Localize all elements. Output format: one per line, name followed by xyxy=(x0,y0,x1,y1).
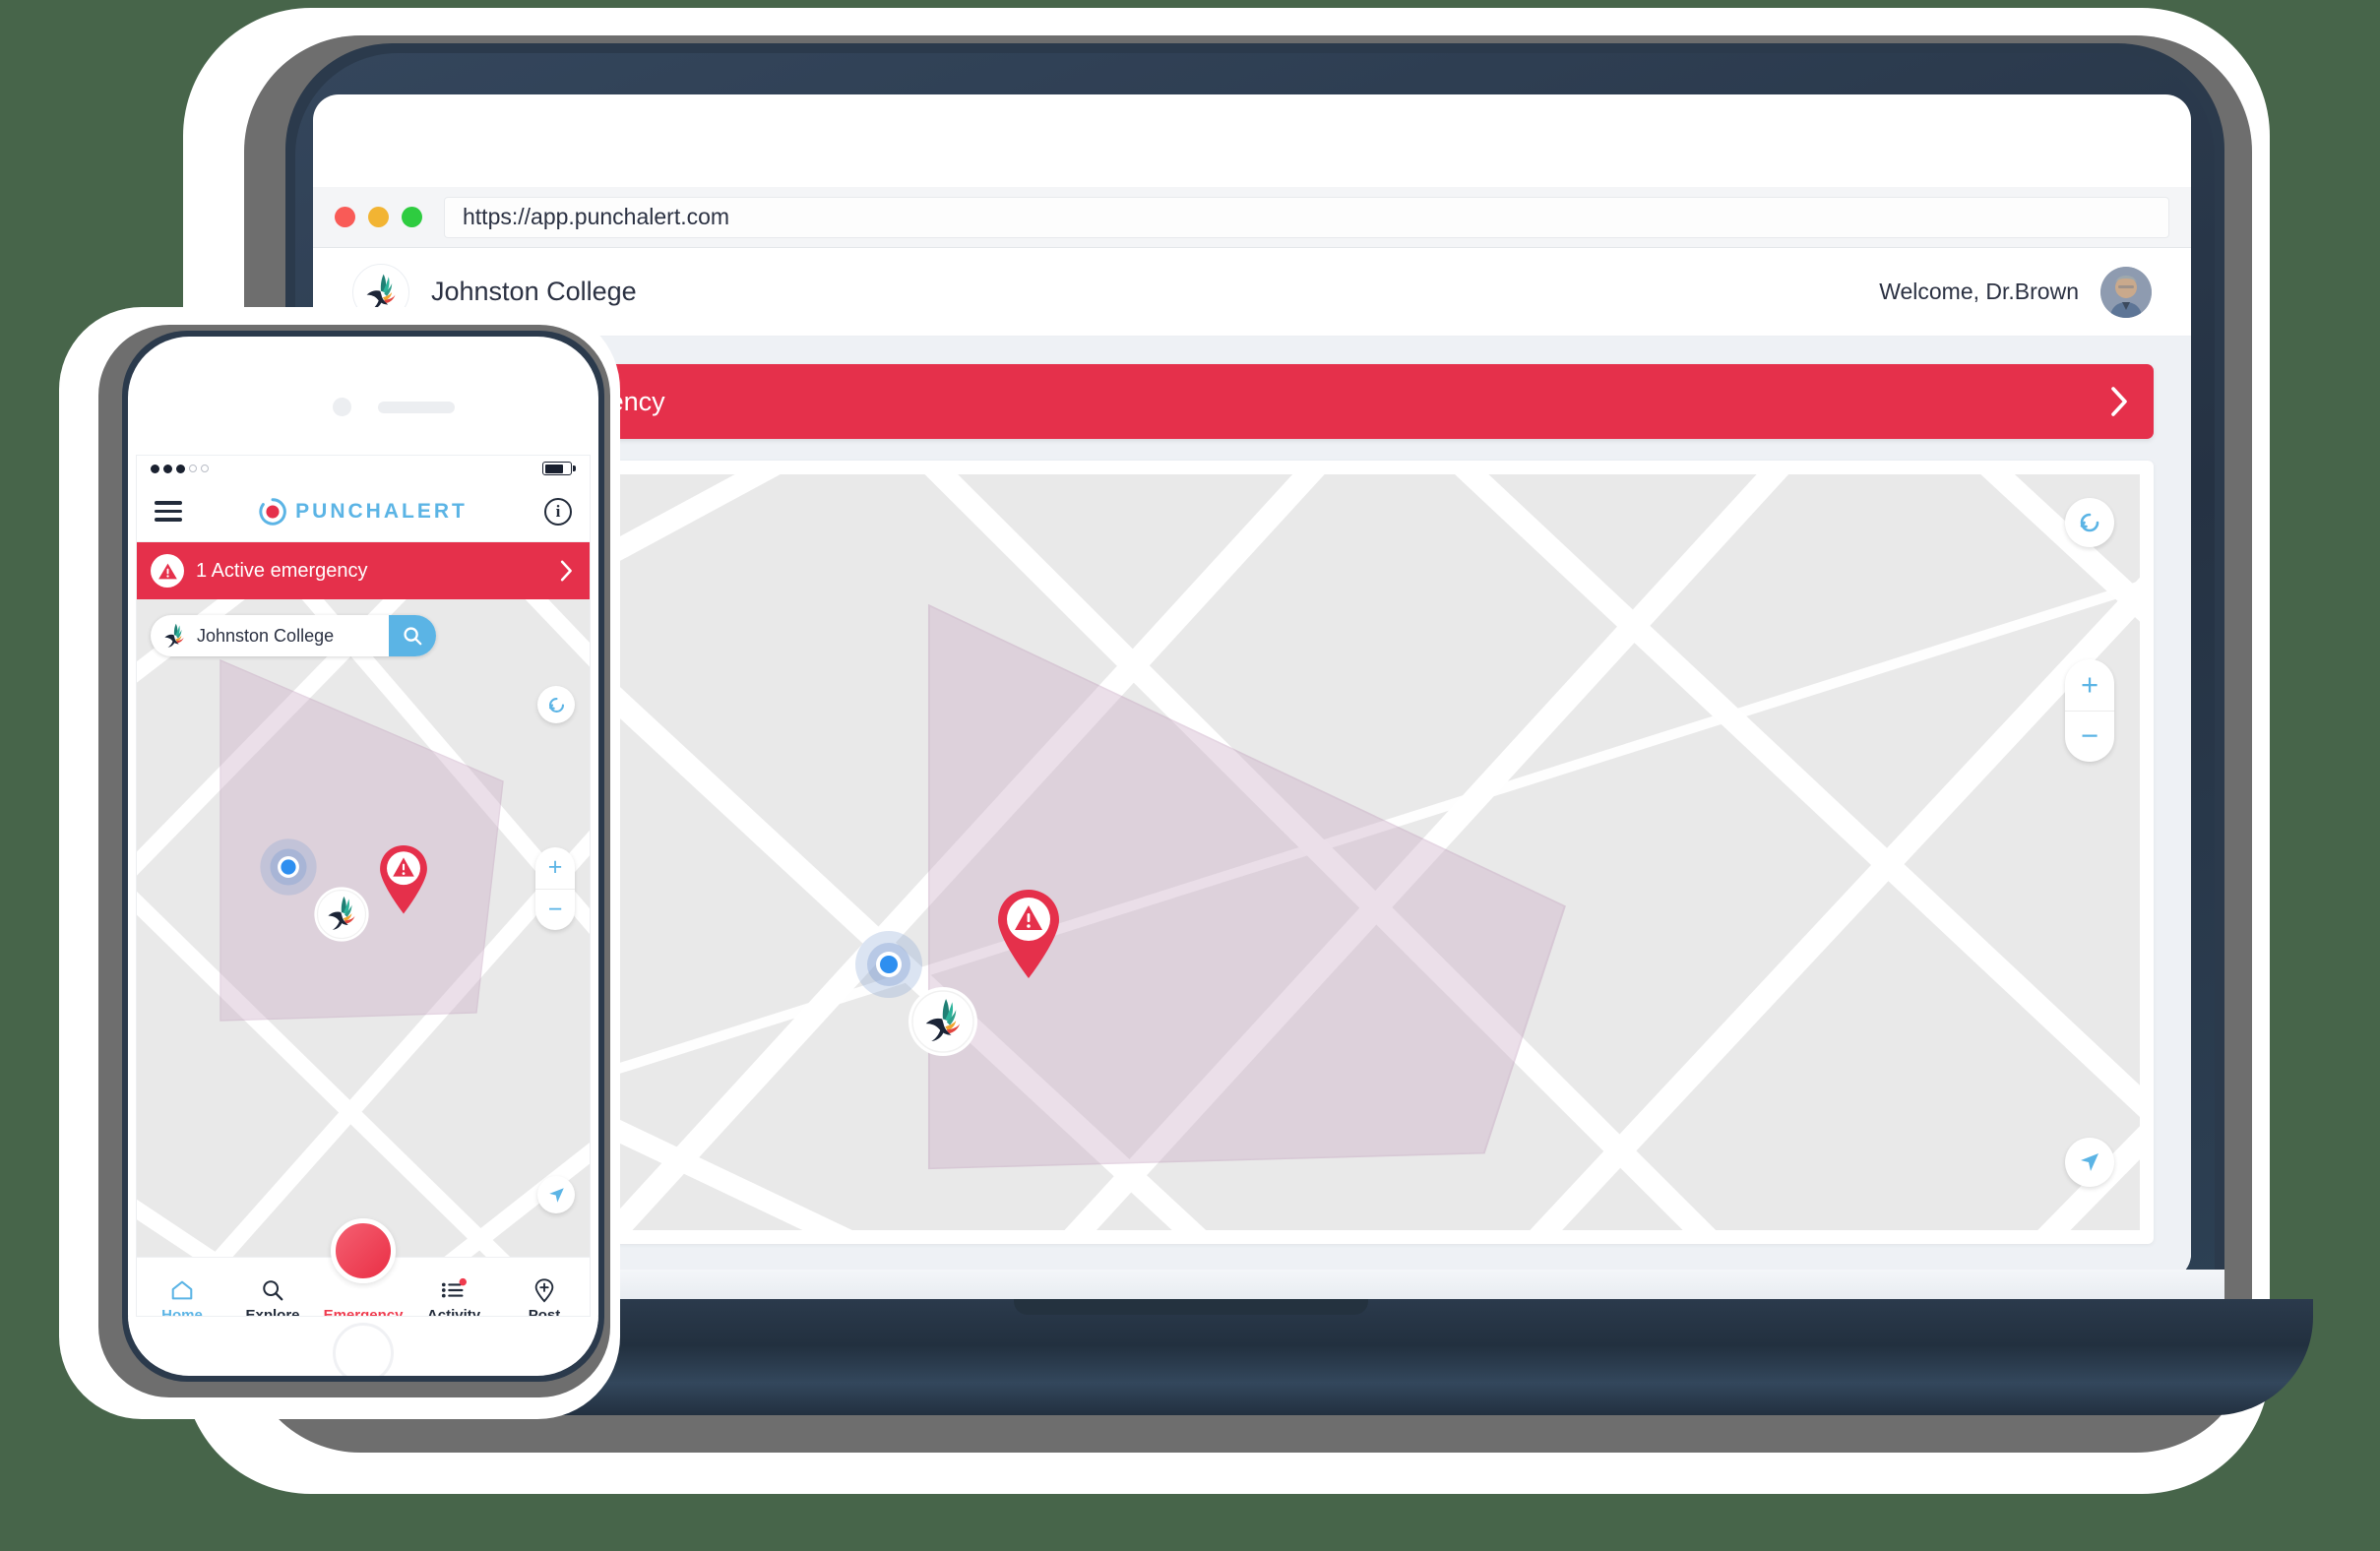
screenshot-stage: https://app.punchalert.com Johnston Coll… xyxy=(0,0,2380,1551)
warning-triangle-icon xyxy=(151,554,184,588)
phone-emergency-map-marker[interactable] xyxy=(377,843,430,919)
header-right-group: Welcome, Dr.Brown xyxy=(1879,266,2152,318)
browser-chrome: https://app.punchalert.com xyxy=(313,187,2191,248)
search-input-value[interactable]: Johnston College xyxy=(197,626,334,647)
refresh-icon xyxy=(548,697,564,713)
desktop-map-panel: + − xyxy=(350,461,2154,1244)
tab-post-label: Post xyxy=(528,1307,561,1317)
refresh-icon xyxy=(2080,513,2099,532)
user-avatar[interactable] xyxy=(2100,266,2152,318)
tab-explore[interactable]: Explore xyxy=(227,1277,318,1317)
search-icon xyxy=(404,627,422,646)
org-name-label: Johnston College xyxy=(431,277,637,306)
map-zoom-out-button[interactable]: − xyxy=(2065,712,2114,763)
phone-navbar: PUNCHALERT i xyxy=(137,481,590,542)
locate-arrow-icon xyxy=(2081,1153,2098,1171)
map-locate-button[interactable] xyxy=(2065,1138,2114,1187)
tab-activity-label: Activity xyxy=(426,1307,481,1317)
desktop-emergency-banner[interactable]: 1 Active emergency xyxy=(350,364,2154,439)
search-icon xyxy=(263,1280,283,1301)
phone-map-locate-button[interactable] xyxy=(537,1176,575,1213)
window-traffic-lights xyxy=(335,207,422,227)
org-map-marker[interactable] xyxy=(906,984,980,1064)
phone-tab-bar: Home Explore Emergency Activity Post xyxy=(137,1218,590,1317)
welcome-label: Welcome, Dr.Brown xyxy=(1879,279,2079,304)
tab-emergency[interactable]: Emergency xyxy=(318,1218,408,1317)
emergency-pin-icon xyxy=(380,845,427,914)
info-circle-icon[interactable]: i xyxy=(544,497,572,526)
phone-earpiece-speaker xyxy=(378,402,455,413)
map-base-layer xyxy=(364,474,2140,1230)
tab-activity[interactable]: Activity xyxy=(408,1277,499,1317)
org-logo-pin-icon xyxy=(908,987,977,1056)
phone-user-location-marker xyxy=(257,836,320,903)
hummingbird-logo-icon xyxy=(164,623,184,648)
tab-post[interactable]: Post xyxy=(499,1277,590,1317)
phone-banner-label: 1 Active emergency xyxy=(196,559,368,582)
chevron-right-icon[interactable] xyxy=(556,558,576,584)
signal-strength-icon xyxy=(151,464,209,473)
phone-map-zoom-in-button[interactable]: + xyxy=(535,847,575,890)
avatar-image xyxy=(2100,266,2152,318)
phone-org-map-marker[interactable] xyxy=(312,885,371,949)
home-icon xyxy=(171,1280,193,1300)
url-bar[interactable]: https://app.punchalert.com xyxy=(444,196,2169,238)
add-pin-icon xyxy=(534,1278,554,1303)
phone-home-area xyxy=(128,1317,598,1376)
map-refresh-button[interactable] xyxy=(2065,498,2114,547)
laptop-base-notch xyxy=(1014,1299,1368,1315)
phone-front-camera-icon xyxy=(333,398,351,416)
map-zoom-in-button[interactable]: + xyxy=(2065,659,2114,712)
phone-body: PUNCHALERT i 1 Active emergency Johnston… xyxy=(128,337,598,1376)
close-window-button[interactable] xyxy=(335,207,355,227)
punchalert-circle-icon xyxy=(259,497,286,526)
tab-home-label: Home xyxy=(161,1307,203,1317)
map-zoom-control[interactable]: + − xyxy=(2065,659,2114,762)
tab-home[interactable]: Home xyxy=(137,1277,227,1317)
phone-screen: PUNCHALERT i 1 Active emergency Johnston… xyxy=(136,455,591,1317)
hamburger-menu-icon[interactable] xyxy=(155,501,182,522)
emergency-map-marker[interactable] xyxy=(994,888,1063,983)
chevron-right-icon[interactable] xyxy=(2106,385,2132,418)
app-brand: PUNCHALERT xyxy=(182,497,544,526)
url-text: https://app.punchalert.com xyxy=(463,204,730,229)
activity-badge-dot xyxy=(459,1277,467,1286)
tab-explore-label: Explore xyxy=(245,1307,300,1317)
battery-icon xyxy=(542,462,576,475)
phone-status-bar xyxy=(137,456,590,481)
phone-emergency-banner[interactable]: 1 Active emergency xyxy=(137,542,590,599)
list-icon xyxy=(441,1277,467,1298)
locate-arrow-icon xyxy=(548,1187,564,1203)
search-submit-button[interactable] xyxy=(389,615,436,656)
app-header: Johnston College Welcome, Dr.Brown xyxy=(313,248,2191,337)
desktop-map-canvas[interactable]: + − xyxy=(364,474,2140,1230)
phone-map-zoom-out-button[interactable]: − xyxy=(535,890,575,931)
phone-map-zoom-control[interactable]: + − xyxy=(535,847,575,930)
phone-map-canvas[interactable]: Johnston College + − xyxy=(137,599,590,1257)
phone-top-area xyxy=(128,337,598,455)
info-glyph: i xyxy=(555,501,561,521)
brand-text: PUNCHALERT xyxy=(295,499,468,523)
org-logo-pin-icon xyxy=(314,887,369,942)
phone-map-refresh-button[interactable] xyxy=(537,686,575,723)
tab-emergency-label: Emergency xyxy=(323,1307,404,1317)
emergency-pin-icon xyxy=(998,890,1059,978)
phone-home-button[interactable] xyxy=(333,1323,394,1376)
emergency-fab-icon[interactable] xyxy=(331,1218,396,1283)
user-location-dot-icon xyxy=(260,838,317,896)
maximize-window-button[interactable] xyxy=(402,207,422,227)
minimize-window-button[interactable] xyxy=(368,207,389,227)
phone-search-bar[interactable]: Johnston College xyxy=(151,615,436,656)
